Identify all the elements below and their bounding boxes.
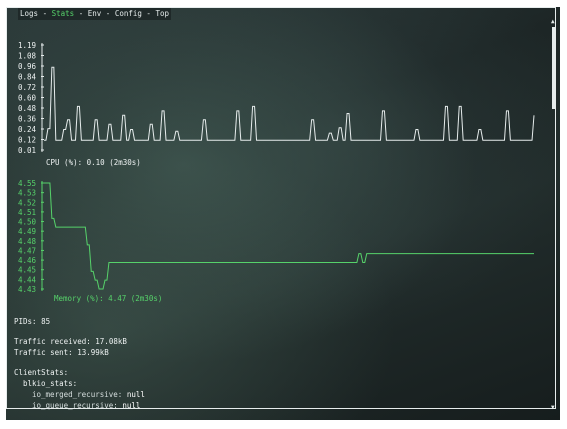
cpu-series-line [44,66,535,141]
cpu-y-tick-label: 1.08 [18,52,37,61]
charts-canvas: 1.19 1.080.96 0.840.72 0.600.48 0.360.24 0.12… [18,41,535,294]
io-merged-row: io_merged_recursive: null [32,390,145,400]
memory-y-tick-label: 4.46 [18,256,37,265]
memory-chart-label: Memory (%): 4.47 (2m30s) [54,294,163,303]
cpu-y-tick-label: 0.24 [18,125,37,134]
scroll-up-arrow-icon[interactable]: ▲ [551,19,555,25]
traffic-sent: Traffic sent: 13.99kB [14,348,109,357]
blkio-stats-heading: blkio_stats: [23,379,78,388]
cpu-y-tick-label: 0.72 [18,83,36,92]
terminal-window: Logs - Stats - Env - Config - Top 1.19 1.… [6,7,560,420]
memory-series-line [44,182,534,290]
memory-y-tick-label: 4.53 [18,189,36,198]
traffic-received: Traffic received: 17.08kB [14,337,127,346]
cpu-chart-label: CPU (%): 0.10 (2m30s) [46,158,141,167]
memory-y-tick-label: 4.47 [18,246,36,255]
pids-count: PIDs: 85 [14,317,51,326]
scroll-down-arrow-icon[interactable]: ▼ [551,405,555,411]
io-queue-key: io_queue_recursive: [32,401,118,410]
memory-y-tick-label: 4.55 [18,179,36,188]
memory-y-tick-label: 4.48 [18,237,37,246]
cpu-y-tick-label: 0.60 [18,94,37,103]
memory-y-tick-label: 4.44 [18,275,37,284]
memory-y-tick-label: 4.51 [18,208,36,217]
memory-y-tick-label: 4.49 [18,227,36,236]
cpu-y-tick-label: 1.19 [18,41,36,50]
scrollbar[interactable]: ▲ ▼ [551,19,556,411]
client-stats-heading: ClientStats: [14,368,69,377]
cpu-y-tick-label: 0.96 [18,62,37,71]
io-merged-key: io_merged_recursive: [32,390,123,399]
cpu-y-tick-label: 0.01 [18,146,36,155]
cpu-y-tick-label: 0.36 [18,115,37,124]
cpu-y-tick-label: 0.12 [18,136,36,145]
io-merged-value: null [126,390,145,399]
scroll-thumb[interactable] [552,27,555,109]
memory-y-tick-label: 4.52 [18,198,36,207]
memory-y-tick-label: 4.43 [18,285,36,294]
cpu-y-tick-label: 0.84 [18,73,37,82]
memory-y-tick-label: 4.50 [18,218,37,227]
io-queue-value: null [122,401,141,410]
cpu-y-tick-label: 0.48 [18,104,37,113]
memory-y-tick-label: 4.45 [18,266,36,275]
io-queue-row: io_queue_recursive: null [32,401,140,411]
